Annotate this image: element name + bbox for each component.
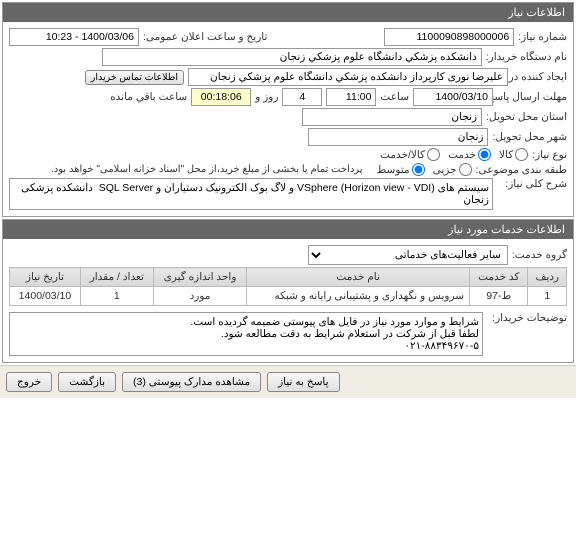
deadline-days-input[interactable] bbox=[282, 88, 322, 106]
creator-label: ایجاد کننده درخواست: bbox=[512, 71, 567, 83]
announce-input[interactable] bbox=[9, 28, 139, 46]
purchase-note: پرداخت تمام یا بخشی از مبلغ خرید،از محل … bbox=[51, 164, 363, 175]
panel-body: شماره نیاز: تاریخ و ساعت اعلان عمومی: نا… bbox=[3, 22, 573, 216]
services-panel: اطلاعات خدمات مورد نیاز گروه خدمت: سایر … bbox=[2, 219, 574, 363]
footer: پاسخ به نیاز مشاهده مدارک پیوستی (3) باز… bbox=[0, 365, 576, 398]
province-label: استان محل تحویل: bbox=[486, 111, 567, 123]
announce-label: تاریخ و ساعت اعلان عمومی: bbox=[143, 31, 267, 43]
need-type-group: کالا خدمت کالا/خدمت bbox=[380, 148, 528, 161]
col-idx: ردیف bbox=[528, 268, 567, 287]
exit-button[interactable]: خروج bbox=[6, 372, 52, 392]
panel-title: اطلاعات نیاز bbox=[3, 3, 573, 22]
remaining-label: ساعت باقي مانده bbox=[110, 91, 187, 103]
need-type-label: نوع نیاز: bbox=[532, 149, 567, 161]
col-unit: واحد اندازه گیری bbox=[153, 268, 247, 287]
col-qty: تعداد / مقدار bbox=[80, 268, 153, 287]
buyer-org-input[interactable] bbox=[102, 48, 482, 66]
radio-goods[interactable]: کالا bbox=[499, 148, 528, 161]
notes-textarea[interactable]: شرایط و موارد مورد نیاز در فایل های پیوس… bbox=[9, 312, 483, 356]
city-label: شهر محل تحویل: bbox=[492, 131, 567, 143]
group-label: گروه خدمت: bbox=[512, 249, 567, 261]
group-select[interactable]: سایر فعالیت‌های خدماتی bbox=[308, 245, 508, 265]
notes-label: توضیحات خریدار: bbox=[487, 312, 567, 324]
purchase-type-label: طبقه بندی موضوعی: bbox=[476, 164, 567, 176]
deadline-date-input[interactable] bbox=[413, 88, 493, 106]
description-label: شرح کلی نیاز: bbox=[497, 178, 567, 190]
back-button[interactable]: بازگشت bbox=[58, 372, 116, 392]
remaining-input bbox=[191, 88, 251, 106]
col-date: تاریخ نیاز bbox=[10, 268, 81, 287]
col-code: کد خدمت bbox=[470, 268, 528, 287]
deadline-label: مهلت ارسال پاسخ: bbox=[497, 91, 567, 103]
radio-both[interactable]: کالا/خدمت bbox=[380, 148, 440, 161]
services-header: اطلاعات خدمات مورد نیاز bbox=[3, 220, 573, 239]
time-label: ساعت bbox=[380, 91, 409, 103]
request-number-input[interactable] bbox=[384, 28, 514, 46]
description-textarea[interactable]: سیستم های VSphere (Horizon view - VDI) و… bbox=[9, 178, 493, 210]
creator-input[interactable] bbox=[188, 68, 508, 86]
table-header-row: ردیف کد خدمت نام خدمت واحد اندازه گیری ت… bbox=[10, 268, 567, 287]
attachments-button[interactable]: مشاهده مدارک پیوستی (3) bbox=[122, 372, 261, 392]
services-table: ردیف کد خدمت نام خدمت واحد اندازه گیری ت… bbox=[9, 267, 567, 306]
contact-button[interactable]: اطلاعات تماس خریدار bbox=[85, 70, 184, 85]
buyer-org-label: نام دستگاه خریدار: bbox=[486, 51, 567, 63]
province-input[interactable] bbox=[302, 108, 482, 126]
radio-medium[interactable]: متوسط bbox=[377, 163, 425, 176]
purchase-type-group: جزیی متوسط bbox=[377, 163, 472, 176]
radio-minor[interactable]: جزیی bbox=[433, 163, 472, 176]
col-name: نام خدمت bbox=[247, 268, 470, 287]
reply-button[interactable]: پاسخ به نیاز bbox=[267, 372, 339, 392]
table-row[interactable]: 1 ط-97 سرویس و نگهداری و پشتیبانی رایانه… bbox=[10, 287, 567, 306]
days-label: روز و bbox=[255, 91, 278, 103]
radio-service[interactable]: خدمت bbox=[448, 148, 491, 161]
main-panel: اطلاعات نیاز شماره نیاز: تاریخ و ساعت اع… bbox=[2, 2, 574, 217]
deadline-time-input[interactable] bbox=[326, 88, 376, 106]
request-number-label: شماره نیاز: bbox=[518, 31, 567, 43]
city-input[interactable] bbox=[308, 128, 488, 146]
